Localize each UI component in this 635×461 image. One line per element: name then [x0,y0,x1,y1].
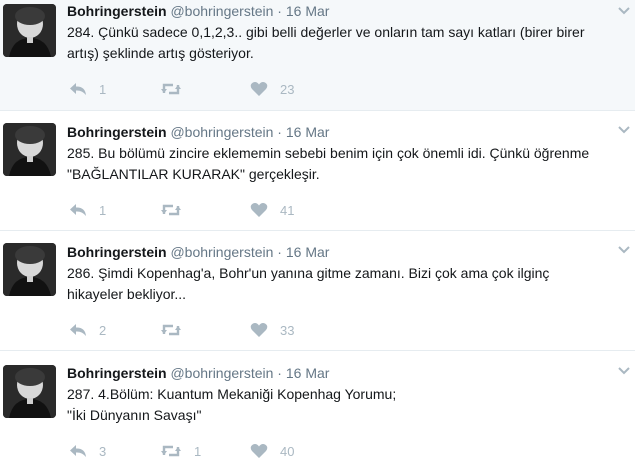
tweet-actions: 1 41 [67,200,367,220]
tweet-text: 285. Bu bölümü zincire eklememin sebebi … [67,145,590,182]
retweet-button[interactable] [160,79,194,99]
like-button[interactable]: 33 [250,320,294,340]
like-count: 41 [280,202,295,218]
retweet-icon [161,324,181,336]
avatar[interactable] [3,243,56,296]
author-name[interactable]: Bohringerstein [67,3,167,19]
like-button[interactable]: 23 [250,79,294,99]
tweet-thread: Bohringerstein @bohringerstein · 16 Mar … [0,0,635,460]
tweet-text-line: "İki Dünyanın Savaşı" [67,407,202,423]
retweet-icon [161,83,181,95]
retweet-icon [161,445,181,457]
reply-button[interactable]: 2 [69,320,106,340]
heart-icon [250,82,268,96]
reply-count: 1 [99,202,107,218]
reply-icon [70,204,86,216]
reply-icon [70,445,86,457]
reply-count: 2 [99,322,107,338]
tweet-date[interactable]: 16 Mar [286,365,330,381]
author-handle[interactable]: @bohringerstein [170,365,273,381]
reply-button[interactable]: 3 [69,441,106,461]
tweet-actions: 2 33 [67,320,367,340]
tweet[interactable]: Bohringerstein @bohringerstein · 16 Mar … [0,0,635,111]
author-name[interactable]: Bohringerstein [67,244,167,260]
retweet-button[interactable]: 1 [160,441,201,461]
separator: · [277,244,282,260]
like-count: 40 [280,443,295,459]
heart-icon [250,203,268,217]
tweet-text: 284. Çünkü sadece 0,1,2,3.. gibi belli d… [67,24,585,61]
chevron-down-icon[interactable] [617,366,631,376]
retweet-button[interactable] [160,320,194,340]
tweet-actions: 1 23 [67,79,367,99]
like-count: 23 [280,81,295,97]
heart-icon [250,444,268,458]
author-name[interactable]: Bohringerstein [67,124,167,140]
avatar[interactable] [3,4,56,57]
reply-icon [70,83,86,95]
like-button[interactable]: 41 [250,200,294,220]
tweet[interactable]: Bohringerstein @bohringerstein · 16 Mar … [0,111,635,231]
reply-button[interactable]: 1 [69,79,106,99]
reply-count: 3 [99,443,107,459]
separator: · [277,365,282,381]
separator: · [277,3,282,19]
chevron-down-icon[interactable] [617,245,631,255]
tweet-text: 287. 4.Bölüm: Kuantum Mekaniği Kopenhag … [67,384,607,426]
author-handle[interactable]: @bohringerstein [170,244,273,260]
reply-icon [70,324,86,336]
avatar[interactable] [3,123,56,176]
tweet-text-line: 287. 4.Bölüm: Kuantum Mekaniği Kopenhag … [67,386,397,402]
chevron-down-icon[interactable] [617,6,631,16]
tweet-actions: 3 1 40 [67,441,367,461]
retweet-button[interactable] [160,200,194,220]
tweet[interactable]: Bohringerstein @bohringerstein · 16 Mar … [0,231,635,351]
retweet-count: 1 [194,443,202,459]
tweet-date[interactable]: 16 Mar [286,124,330,140]
chevron-down-icon[interactable] [617,125,631,135]
tweet-date[interactable]: 16 Mar [286,244,330,260]
reply-count: 1 [99,81,107,97]
reply-button[interactable]: 1 [69,200,106,220]
avatar[interactable] [3,365,56,418]
author-name[interactable]: Bohringerstein [67,365,167,381]
tweet[interactable]: Bohringerstein @bohringerstein · 16 Mar … [0,351,635,460]
like-count: 33 [280,322,295,338]
tweet-date[interactable]: 16 Mar [286,3,330,19]
retweet-icon [161,204,181,216]
heart-icon [250,323,268,337]
like-button[interactable]: 40 [250,441,294,461]
author-handle[interactable]: @bohringerstein [170,3,273,19]
author-handle[interactable]: @bohringerstein [170,124,273,140]
separator: · [277,124,282,140]
tweet-text: 286. Şimdi Kopenhag'a, Bohr'un yanına gi… [67,265,550,302]
